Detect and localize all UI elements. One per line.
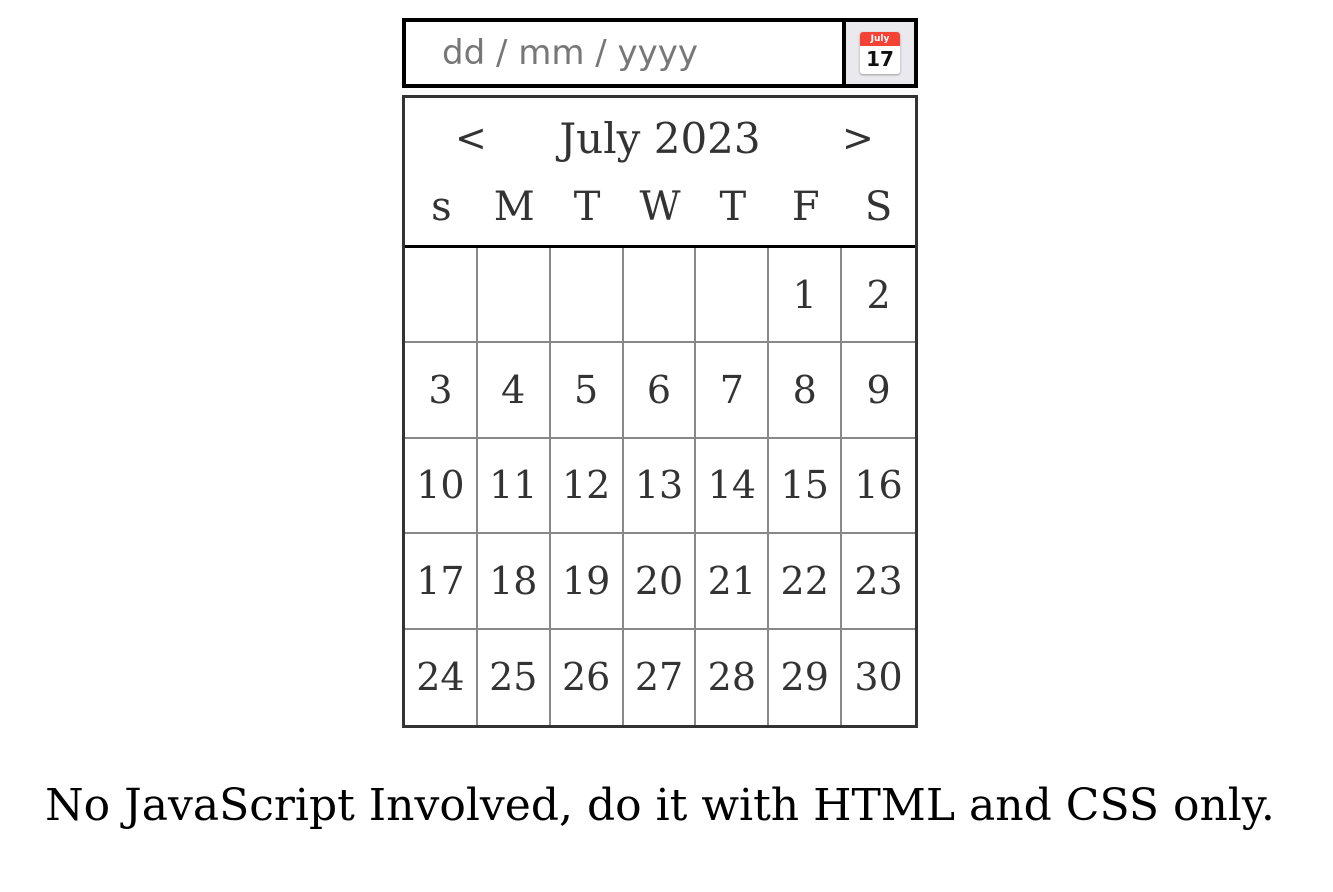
day-cell[interactable]: 12 (550, 438, 624, 535)
day-cell[interactable]: 15 (769, 438, 843, 535)
weekday-row: sMTWTFS (405, 184, 915, 230)
day-cell[interactable]: 7 (696, 343, 770, 439)
calendar-icon-day: 17 (866, 47, 894, 71)
day-cell[interactable]: 8 (769, 343, 843, 439)
day-cell[interactable]: 17 (405, 534, 478, 630)
date-input[interactable]: dd / mm / yyyy July 17 (402, 18, 918, 88)
next-month-button[interactable]: > (842, 116, 874, 160)
day-cell[interactable]: 9 (842, 343, 915, 439)
weekday-label: W (639, 184, 681, 230)
day-cell[interactable]: 3 (405, 343, 478, 439)
day-grid: 1 2 3 4 5 6 7 8 9 10 11 12 13 14 15 16 17 18 19 20 21 22 23 24 2… (405, 248, 915, 725)
day-cell[interactable]: 30 (842, 630, 915, 725)
empty-day-cell (477, 248, 551, 344)
weekday-label: F (791, 184, 820, 230)
empty-day-cell (696, 248, 770, 344)
day-cell[interactable]: 27 (624, 629, 697, 725)
weekday-label: s (431, 184, 452, 230)
weekday-label: T (573, 184, 601, 230)
empty-day-cell (550, 248, 624, 344)
day-cell[interactable]: 28 (696, 629, 770, 725)
day-cell[interactable]: 2 (842, 248, 915, 344)
day-cell[interactable]: 21 (696, 534, 770, 630)
day-cell[interactable]: 16 (842, 439, 915, 535)
day-cell[interactable]: 25 (478, 629, 551, 725)
day-cell[interactable]: 4 (477, 343, 551, 439)
day-cell[interactable]: 20 (623, 534, 697, 630)
calendar-icon-month: July (860, 32, 900, 46)
calendar-popup: < July 2023 > sMTWTFS 1 2 3 4 5 6 7 8 9 10 11 12 13 1… (402, 95, 918, 728)
calendar-toggle-button[interactable]: July 17 (842, 22, 914, 84)
month-title: July 2023 (559, 114, 761, 163)
day-cell[interactable]: 18 (477, 534, 551, 630)
calendar-icon: July 17 (860, 32, 900, 74)
day-cell[interactable]: 19 (550, 534, 624, 630)
footer-text: No JavaScript Involved, do it with HTML … (45, 780, 1275, 831)
weekday-label: M (493, 184, 535, 230)
day-cell[interactable]: 29 (769, 629, 843, 725)
day-cell[interactable]: 5 (550, 343, 624, 439)
day-cell[interactable]: 13 (623, 438, 697, 535)
day-cell[interactable]: 26 (551, 629, 624, 725)
day-cell[interactable]: 24 (405, 629, 478, 725)
weekday-label: S (864, 184, 893, 230)
empty-day-cell (405, 248, 478, 344)
day-cell[interactable]: 22 (769, 534, 843, 630)
day-cell[interactable]: 11 (477, 438, 551, 535)
calendar-header: < July 2023 > sMTWTFS (405, 98, 915, 248)
date-input-placeholder[interactable]: dd / mm / yyyy (406, 22, 842, 84)
day-cell[interactable]: 1 (769, 248, 843, 344)
empty-day-cell (623, 248, 697, 344)
day-cell[interactable]: 6 (623, 343, 697, 439)
day-cell[interactable]: 10 (405, 438, 478, 535)
weekday-label: T (719, 184, 747, 230)
day-cell[interactable]: 14 (696, 438, 770, 535)
day-cell[interactable]: 23 (842, 534, 915, 630)
